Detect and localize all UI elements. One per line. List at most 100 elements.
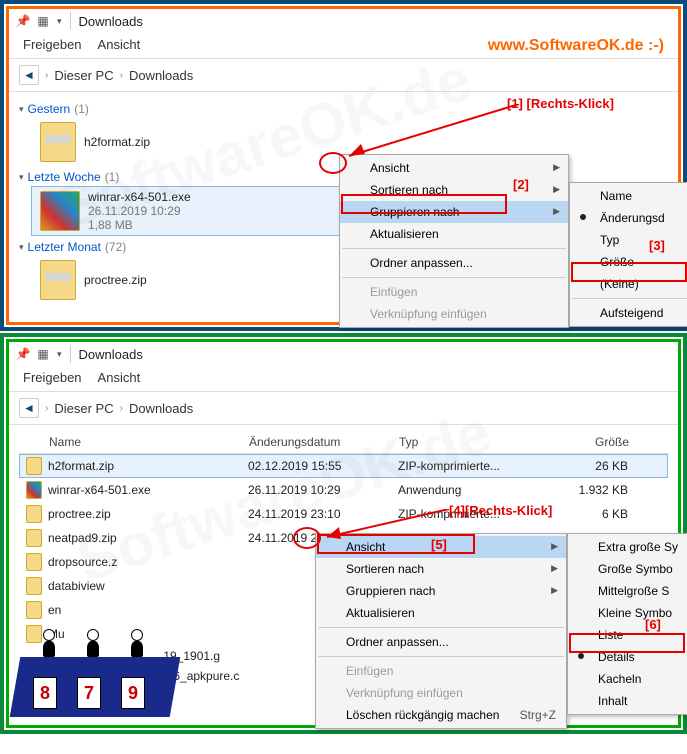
ctx-paste-link: Verknüpfung einfügen bbox=[316, 682, 566, 704]
cell-name: h2format.zip bbox=[48, 459, 248, 473]
ctx-sort[interactable]: Sortieren nach▶ bbox=[340, 179, 568, 201]
table-row[interactable]: winrar-x64-501.exe26.11.2019 10:29Anwend… bbox=[19, 478, 668, 502]
sub-small[interactable]: Kleine Symbo bbox=[568, 602, 687, 624]
sub-medium[interactable]: Mittelgroße S bbox=[568, 580, 687, 602]
qat-dropdown-icon[interactable]: ▾ bbox=[57, 349, 62, 360]
sub-none[interactable]: (Keine) bbox=[570, 273, 687, 295]
cell-type: ZIP-komprimierte... bbox=[398, 507, 538, 521]
url-watermark: www.SoftwareOK.de :-) bbox=[488, 37, 664, 55]
table-row[interactable]: h2format.zip02.12.2019 15:55ZIP-komprimi… bbox=[19, 454, 668, 478]
cell-name: dropsource.z bbox=[48, 555, 248, 569]
chevron-right-icon: › bbox=[45, 70, 48, 81]
chevron-down-icon: ▾ bbox=[19, 242, 24, 253]
ctx-view[interactable]: Ansicht▶ bbox=[316, 536, 566, 558]
cell-name: neatpad9.zip bbox=[48, 531, 248, 545]
zip-icon bbox=[40, 122, 76, 162]
file-icon bbox=[26, 529, 42, 547]
separator bbox=[572, 298, 687, 299]
cell-name: Mu bbox=[48, 627, 248, 641]
ctx-refresh[interactable]: Aktualisieren bbox=[340, 223, 568, 245]
cell-date: 26.11.2019 10:29 bbox=[248, 483, 398, 497]
zip-icon bbox=[40, 260, 76, 300]
sub-type[interactable]: Typ bbox=[570, 229, 687, 251]
breadcrumb-folder[interactable]: Downloads bbox=[129, 401, 193, 416]
ctx-group[interactable]: Gruppieren nach▶ bbox=[340, 201, 568, 223]
tab-share[interactable]: Freigeben bbox=[23, 37, 82, 52]
chevron-right-icon: ▶ bbox=[553, 162, 560, 173]
cell-name: databiview bbox=[48, 579, 248, 593]
breadcrumb-pc[interactable]: Dieser PC bbox=[54, 401, 113, 416]
qat-dropdown-icon[interactable]: ▾ bbox=[57, 16, 62, 27]
sub-asc[interactable]: Aufsteigend bbox=[570, 302, 687, 324]
breadcrumb-pc[interactable]: Dieser PC bbox=[54, 68, 113, 83]
breadcrumb-folder[interactable]: Downloads bbox=[129, 68, 193, 83]
breadcrumb[interactable]: ◄ › Dieser PC › Downloads bbox=[9, 392, 678, 425]
back-button[interactable]: ◄ bbox=[19, 65, 39, 85]
tab-share[interactable]: Freigeben bbox=[23, 370, 82, 385]
chevron-right-icon: › bbox=[120, 70, 123, 81]
window-title: Downloads bbox=[79, 14, 143, 29]
tab-view[interactable]: Ansicht bbox=[98, 37, 141, 52]
sub-name[interactable]: Name bbox=[570, 185, 687, 207]
file-icon bbox=[26, 601, 42, 619]
divider bbox=[70, 345, 71, 363]
pin-icon[interactable]: 📌 bbox=[15, 13, 31, 29]
table-row[interactable]: proctree.zip24.11.2019 23:10ZIP-komprimi… bbox=[19, 502, 668, 526]
file-icon bbox=[26, 577, 42, 595]
sub-changed[interactable]: Änderungsd bbox=[570, 207, 687, 229]
separator bbox=[342, 248, 566, 249]
sub-content[interactable]: Inhalt bbox=[568, 690, 687, 712]
cell-size: 6 KB bbox=[538, 507, 628, 521]
col-name[interactable]: Name bbox=[49, 435, 249, 449]
ribbon-tabbar: Freigeben Ansicht bbox=[9, 366, 678, 392]
exe-icon bbox=[40, 191, 80, 231]
properties-icon[interactable]: ▦ bbox=[35, 346, 51, 362]
chevron-right-icon: › bbox=[45, 403, 48, 414]
ctx-refresh[interactable]: Aktualisieren bbox=[316, 602, 566, 624]
ctx-customize[interactable]: Ordner anpassen... bbox=[340, 252, 568, 274]
pin-icon[interactable]: 📌 bbox=[15, 346, 31, 362]
sub-size[interactable]: Größe bbox=[570, 251, 687, 273]
separator bbox=[342, 277, 566, 278]
cell-type: ZIP-komprimierte... bbox=[398, 459, 538, 473]
separator bbox=[318, 627, 564, 628]
titlebar: 📌 ▦ ▾ Downloads bbox=[9, 9, 678, 33]
tab-view[interactable]: Ansicht bbox=[98, 370, 141, 385]
context-submenu-view: Extra große Sy Große Symbo Mittelgroße S… bbox=[567, 533, 687, 715]
context-menu: Ansicht▶ Sortieren nach▶ Gruppieren nach… bbox=[315, 533, 567, 729]
divider bbox=[70, 12, 71, 30]
ctx-sort[interactable]: Sortieren nach▶ bbox=[316, 558, 566, 580]
titlebar: 📌 ▦ ▾ Downloads bbox=[9, 342, 678, 366]
back-button[interactable]: ◄ bbox=[19, 398, 39, 418]
group-yesterday[interactable]: ▾ Gestern (1) bbox=[19, 102, 668, 116]
file-icon bbox=[26, 625, 42, 643]
col-size[interactable]: Größe bbox=[539, 435, 629, 449]
separator bbox=[318, 656, 564, 657]
chevron-right-icon: › bbox=[120, 403, 123, 414]
sub-large[interactable]: Große Symbo bbox=[568, 558, 687, 580]
cell-size: 26 KB bbox=[538, 459, 628, 473]
radio-dot-icon bbox=[578, 653, 584, 659]
breadcrumb[interactable]: ◄ › Dieser PC › Downloads bbox=[9, 59, 678, 92]
sub-list[interactable]: Liste bbox=[568, 624, 687, 646]
cell-name: winrar-x64-501.exe bbox=[48, 483, 248, 497]
column-headers[interactable]: Name Änderungsdatum Typ Größe bbox=[19, 431, 668, 454]
chevron-down-icon: ▾ bbox=[19, 104, 24, 115]
cell-name: proctree.zip bbox=[48, 507, 248, 521]
ctx-group[interactable]: Gruppieren nach▶ bbox=[316, 580, 566, 602]
col-date[interactable]: Änderungsdatum bbox=[249, 435, 399, 449]
file-icon bbox=[26, 505, 42, 523]
sub-extra-large[interactable]: Extra große Sy bbox=[568, 536, 687, 558]
ctx-paste: Einfügen bbox=[340, 281, 568, 303]
properties-icon[interactable]: ▦ bbox=[35, 13, 51, 29]
ctx-customize[interactable]: Ordner anpassen... bbox=[316, 631, 566, 653]
cell-size: 1.932 KB bbox=[538, 483, 628, 497]
ctx-view[interactable]: Ansicht▶ bbox=[340, 157, 568, 179]
ctx-undo[interactable]: Löschen rückgängig machenStrg+Z bbox=[316, 704, 566, 726]
cell-name: en bbox=[48, 603, 248, 617]
radio-dot-icon bbox=[580, 214, 586, 220]
sub-details[interactable]: Details bbox=[568, 646, 687, 668]
cell-date: 02.12.2019 15:55 bbox=[248, 459, 398, 473]
sub-tiles[interactable]: Kacheln bbox=[568, 668, 687, 690]
col-type[interactable]: Typ bbox=[399, 435, 539, 449]
